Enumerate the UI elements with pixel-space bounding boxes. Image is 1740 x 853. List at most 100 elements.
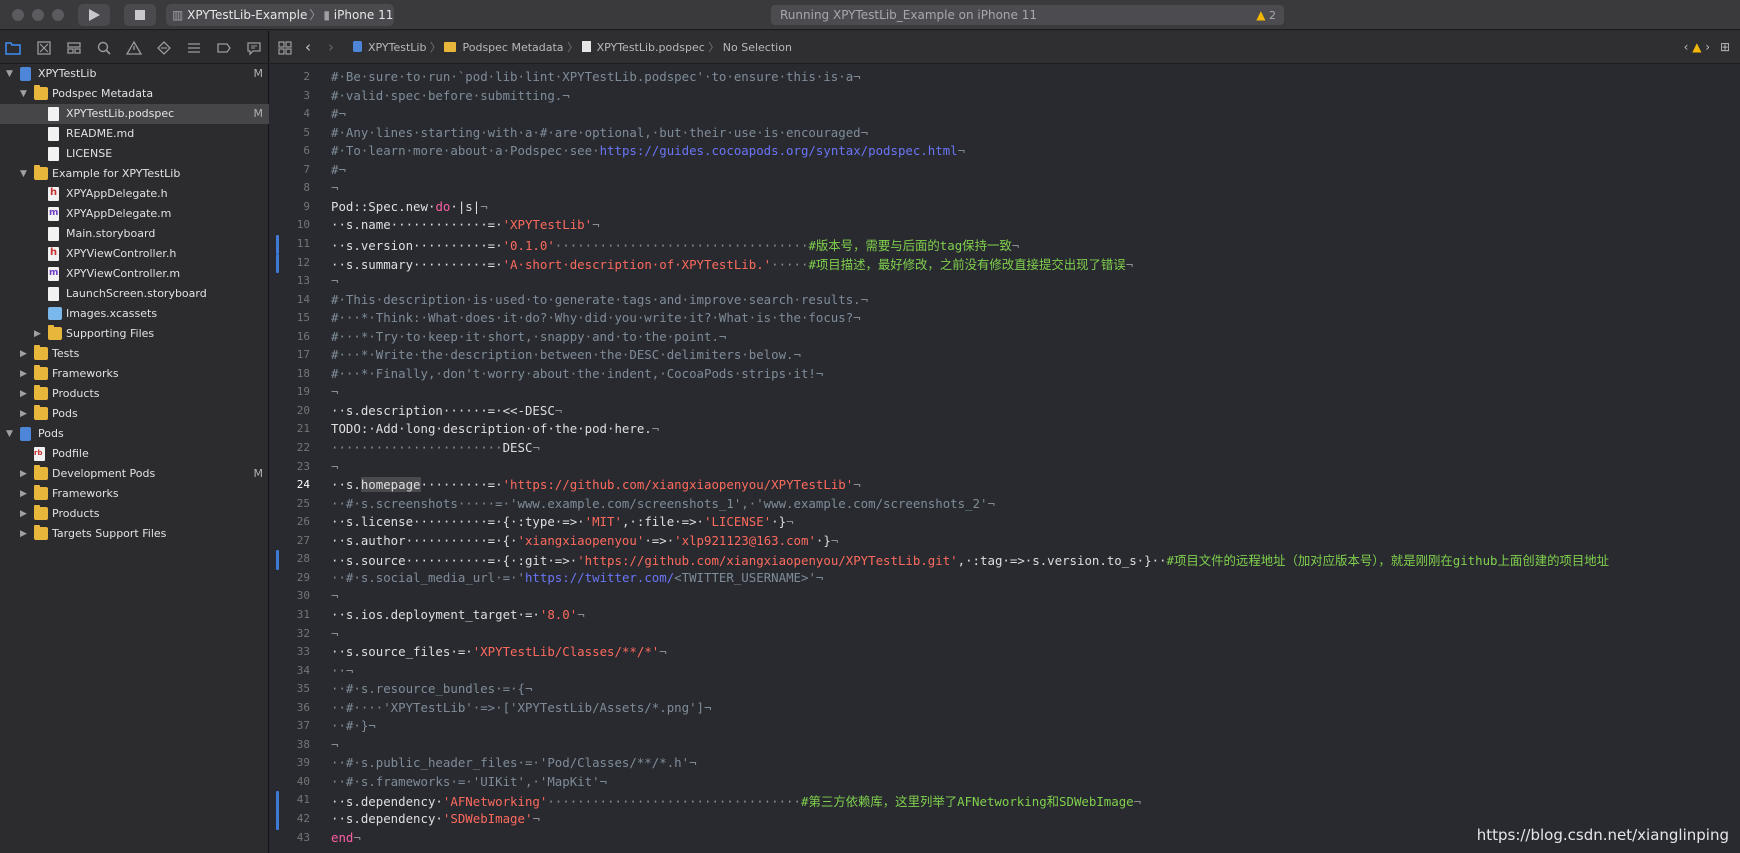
disclosure-open-icon[interactable]: ▼: [6, 424, 13, 444]
disclosure-open-icon[interactable]: ▼: [20, 84, 27, 104]
zoom-window-button[interactable]: [52, 9, 64, 21]
report-navigator-icon[interactable]: [246, 40, 262, 56]
navigator-row[interactable]: Podfile: [0, 443, 269, 464]
warning-indicator[interactable]: ▲ 2: [1256, 5, 1276, 26]
code-line[interactable]: ··s.homepage·········=·'https://github.c…: [331, 477, 861, 493]
navigator-row[interactable]: ▼ Pods: [0, 424, 269, 444]
code-line[interactable]: ··s.license··········=·{·:type·=>·'MIT',…: [331, 514, 794, 529]
navigator-row[interactable]: Main.storyboard: [0, 224, 269, 244]
disclosure-closed-icon[interactable]: ▶: [20, 484, 27, 504]
code-line[interactable]: TODO:·Add·long·description·of·the·pod·he…: [331, 421, 659, 436]
change-bar[interactable]: [276, 550, 279, 570]
code-line[interactable]: ··s.source···········=·{·:git·=>·'https:…: [331, 551, 1609, 569]
related-items-icon[interactable]: [278, 41, 292, 55]
forward-arrow-icon[interactable]: ›: [328, 31, 334, 64]
code-line[interactable]: ··s.dependency·'AFNetworking'···········…: [331, 792, 1141, 810]
breadcrumb-file[interactable]: XPYTestLib.podspec: [581, 41, 705, 54]
disclosure-closed-icon[interactable]: ▶: [20, 384, 27, 404]
disclosure-closed-icon[interactable]: ▶: [20, 524, 27, 544]
navigator-row[interactable]: ▼ Podspec Metadata: [0, 84, 269, 104]
warning-icon[interactable]: ▲: [1692, 40, 1701, 54]
breakpoint-navigator-icon[interactable]: [216, 40, 232, 56]
code-line[interactable]: ··#·s.frameworks·=·'UIKit',·'MapKit'¬: [331, 774, 607, 789]
breadcrumb-group[interactable]: Podspec Metadata: [444, 41, 564, 54]
navigator-row[interactable]: XPYAppDelegate.m: [0, 203, 269, 224]
navigator-row[interactable]: ▶ Development Pods M: [0, 464, 269, 484]
code-line[interactable]: ¬: [331, 273, 338, 288]
disclosure-closed-icon[interactable]: ▶: [20, 344, 27, 364]
code-line[interactable]: ·······················DESC¬: [331, 440, 540, 455]
disclosure-open-icon[interactable]: ▼: [6, 64, 13, 84]
code-line[interactable]: #¬: [331, 162, 346, 177]
navigator-row[interactable]: ▼ XPYTestLib M: [0, 64, 269, 84]
disclosure-closed-icon[interactable]: ▶: [20, 364, 27, 384]
code-line[interactable]: ··s.summary··········=·'A·short·descript…: [331, 255, 1133, 273]
code-line[interactable]: ··s.dependency·'SDWebImage'¬: [331, 811, 540, 826]
code-line[interactable]: #·Any·lines·starting·with·a·#·are·option…: [331, 125, 868, 140]
debug-navigator-icon[interactable]: [186, 40, 202, 56]
editor-options-icon[interactable]: ⊞: [1720, 40, 1730, 54]
disclosure-closed-icon[interactable]: ▶: [20, 464, 27, 484]
issue-navigator-icon[interactable]: [126, 40, 142, 56]
back-arrow-icon[interactable]: ‹: [305, 31, 311, 64]
folder-navigator-icon[interactable]: [5, 40, 21, 56]
navigator-row[interactable]: LaunchScreen.storyboard: [0, 284, 269, 304]
code-line[interactable]: #···*·Finally,·don't·worry·about·the·ind…: [331, 366, 823, 381]
navigator-row[interactable]: ▶ Frameworks: [0, 484, 269, 504]
breadcrumb-selection[interactable]: No Selection: [723, 41, 792, 54]
code-line[interactable]: ¬: [331, 626, 338, 641]
navigator-row[interactable]: ▶ Tests: [0, 344, 269, 364]
breadcrumb-project[interactable]: XPYTestLib: [353, 41, 426, 54]
navigator-row[interactable]: Images.xcassets: [0, 304, 269, 324]
code-line[interactable]: ··¬: [331, 663, 353, 678]
code-line[interactable]: ¬: [331, 180, 338, 195]
code-line[interactable]: ··s.name·············=·'XPYTestLib'¬: [331, 217, 600, 232]
code-line[interactable]: ··s.description······=·<<-DESC¬: [331, 403, 562, 418]
code-line[interactable]: ··#·}¬: [331, 718, 376, 733]
navigator-row[interactable]: ▼ Example for XPYTestLib: [0, 164, 269, 184]
code-line[interactable]: ··#·s.public_header_files·=·'Pod/Classes…: [331, 755, 697, 770]
code-line[interactable]: #···*·Think:·What·does·it·do?·Why·did·yo…: [331, 310, 861, 325]
code-line[interactable]: ··s.author···········=·{·'xiangxiaopenyo…: [331, 533, 838, 548]
code-line[interactable]: ··s.ios.deployment_target·=·'8.0'¬: [331, 607, 585, 622]
minimize-window-button[interactable]: [32, 9, 44, 21]
disclosure-open-icon[interactable]: ▼: [20, 164, 27, 184]
next-issue-icon[interactable]: ›: [1705, 40, 1710, 54]
code-line[interactable]: ··#·s.resource_bundles·=·{¬: [331, 681, 532, 696]
navigator-row[interactable]: XPYViewController.h: [0, 243, 269, 264]
navigator-row[interactable]: ▶ Products: [0, 504, 269, 524]
code-line[interactable]: #···*·Try·to·keep·it·short,·snappy·and·t…: [331, 329, 726, 344]
navigator-row[interactable]: ▶ Supporting Files: [0, 324, 269, 344]
run-button[interactable]: [78, 4, 110, 26]
close-window-button[interactable]: [12, 9, 24, 21]
previous-issue-icon[interactable]: ‹: [1684, 40, 1689, 54]
disclosure-closed-icon[interactable]: ▶: [20, 404, 27, 424]
navigator-row[interactable]: XPYTestLib.podspec M: [0, 104, 269, 124]
code-line[interactable]: ¬: [331, 384, 338, 399]
navigator-row[interactable]: README.md: [0, 124, 269, 144]
navigator-row[interactable]: ▶ Products: [0, 384, 269, 404]
stop-button[interactable]: [124, 4, 156, 26]
source-control-icon[interactable]: [36, 40, 52, 56]
code-line[interactable]: ··#·s.social_media_url·=·'https://twitte…: [331, 570, 823, 585]
code-line[interactable]: #·This·description·is·used·to·generate·t…: [331, 292, 868, 307]
code-line[interactable]: #·To·learn·more·about·a·Podspec·see·http…: [331, 143, 965, 158]
code-line[interactable]: ··#·s.screenshots·····=·'www.example.com…: [331, 496, 995, 511]
navigator-row[interactable]: ▶ Frameworks: [0, 364, 269, 384]
search-icon[interactable]: [96, 40, 112, 56]
change-bar[interactable]: [276, 791, 279, 811]
code-line[interactable]: ··s.version··········=·'0.1.0'··········…: [331, 236, 1019, 254]
navigator-row[interactable]: ▶ Targets Support Files: [0, 524, 269, 544]
code-line[interactable]: ¬: [331, 737, 338, 752]
code-line[interactable]: ¬: [331, 588, 338, 603]
navigator-row[interactable]: ▶ Pods: [0, 404, 269, 424]
code-line[interactable]: #¬: [331, 106, 346, 121]
source-editor[interactable]: 2 3 4 5 6 7 8 9 10 11 12 13 14 15 16 17 18 19 20 21 22 23 24 25…: [270, 64, 1740, 853]
navigator-row[interactable]: LICENSE: [0, 144, 269, 164]
code-line[interactable]: ··#····'XPYTestLib'·=>·['XPYTestLib/Asse…: [331, 700, 711, 715]
navigator-row[interactable]: XPYViewController.m: [0, 263, 269, 284]
scheme-selector[interactable]: ▥ XPYTestLib-Example 〉 ▮ iPhone 11: [166, 4, 394, 26]
code-line[interactable]: ··s.source_files·=·'XPYTestLib/Classes/*…: [331, 644, 667, 659]
change-bar[interactable]: [276, 810, 279, 830]
change-bar[interactable]: [276, 234, 279, 255]
